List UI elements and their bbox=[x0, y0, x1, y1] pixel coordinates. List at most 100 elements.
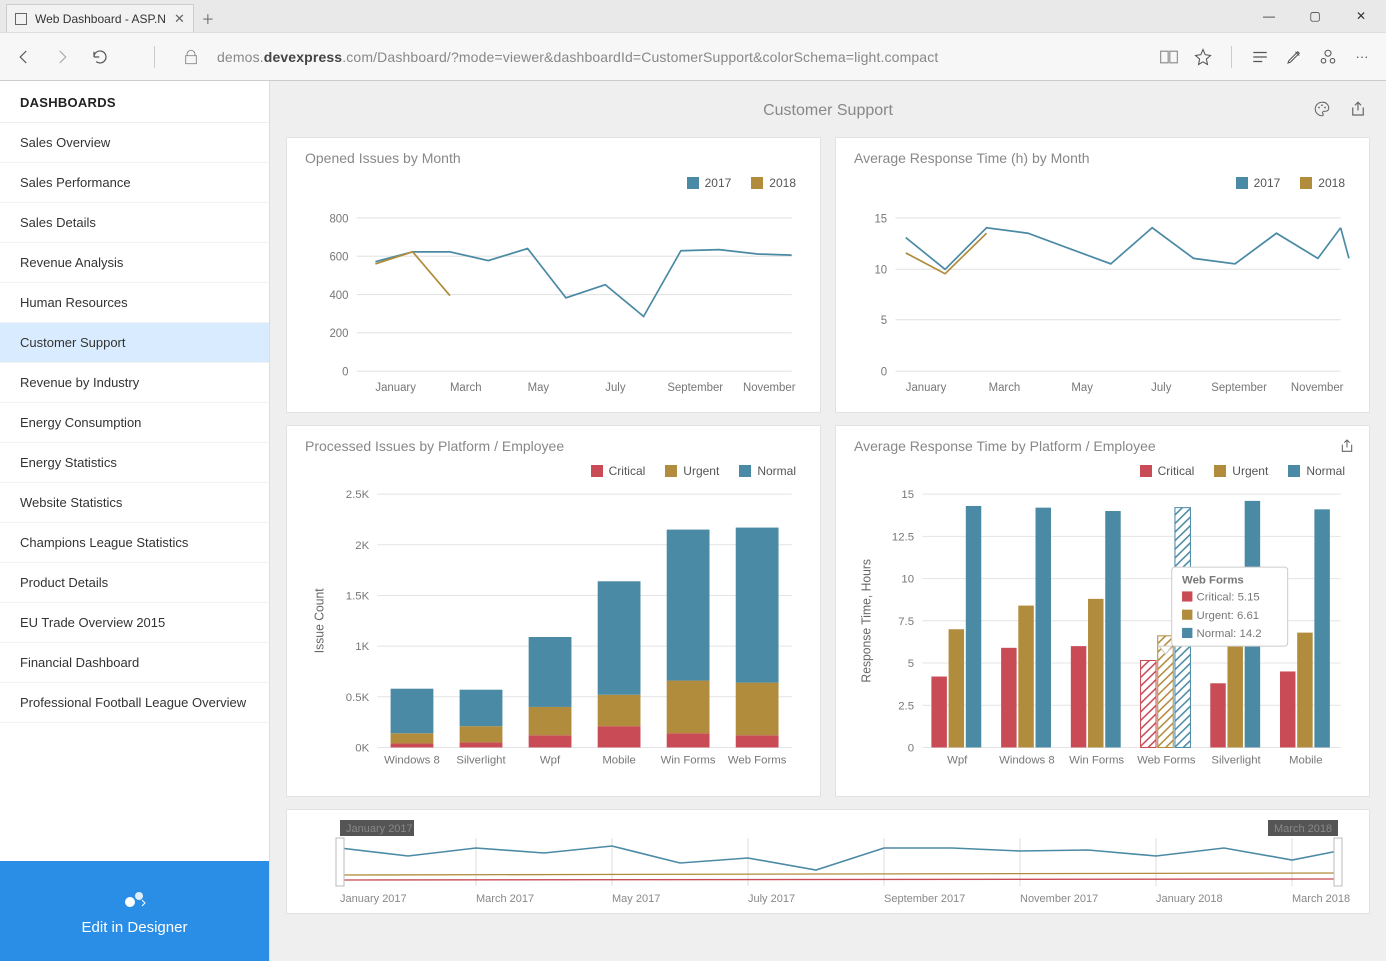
close-icon[interactable]: ✕ bbox=[174, 11, 185, 27]
sidebar-item[interactable]: Sales Performance bbox=[0, 163, 269, 203]
svg-text:March: March bbox=[450, 381, 482, 394]
refresh-button[interactable] bbox=[88, 45, 112, 69]
sidebar-item[interactable]: Financial Dashboard bbox=[0, 643, 269, 683]
legend-normal[interactable]: Normal bbox=[739, 464, 796, 478]
edit-in-designer-button[interactable]: Edit in Designer bbox=[0, 861, 269, 961]
legend-2018[interactable]: 2018 bbox=[751, 176, 796, 190]
svg-text:2K: 2K bbox=[355, 540, 369, 552]
svg-text:Mobile: Mobile bbox=[602, 755, 635, 767]
sidebar-item[interactable]: Energy Statistics bbox=[0, 443, 269, 483]
svg-text:Web Forms: Web Forms bbox=[728, 755, 787, 767]
svg-text:July 2017: July 2017 bbox=[748, 893, 795, 905]
legend-urgent[interactable]: Urgent bbox=[665, 464, 719, 478]
legend-year: 2017 2018 bbox=[854, 176, 1345, 190]
sidebar-item[interactable]: Champions League Statistics bbox=[0, 523, 269, 563]
legend-2017[interactable]: 2017 bbox=[1236, 176, 1281, 190]
svg-text:March 2017: March 2017 bbox=[476, 893, 534, 905]
sidebar-item[interactable]: Sales Details bbox=[0, 203, 269, 243]
more-icon[interactable]: ··· bbox=[1350, 45, 1374, 69]
svg-text:November: November bbox=[743, 381, 796, 394]
svg-text:March: March bbox=[989, 381, 1021, 394]
card-processed-issues: Processed Issues by Platform / Employee … bbox=[286, 425, 821, 797]
legend-urgent[interactable]: Urgent bbox=[1214, 464, 1268, 478]
favorite-icon[interactable] bbox=[1191, 45, 1215, 69]
sidebar-item[interactable]: Customer Support bbox=[0, 323, 269, 363]
sidebar-item[interactable]: Revenue Analysis bbox=[0, 243, 269, 283]
svg-text:Web Forms: Web Forms bbox=[1137, 755, 1196, 767]
svg-text:200: 200 bbox=[329, 327, 348, 340]
legend-normal[interactable]: Normal bbox=[1288, 464, 1345, 478]
sidebar: DASHBOARDS Sales OverviewSales Performan… bbox=[0, 81, 270, 961]
svg-text:Silverlight: Silverlight bbox=[1211, 755, 1261, 767]
svg-text:Issue Count: Issue Count bbox=[313, 588, 327, 653]
url-prefix: demos. bbox=[217, 49, 264, 65]
url-field[interactable]: demos.devexpress.com/Dashboard/?mode=vie… bbox=[217, 49, 1143, 65]
sidebar-item[interactable]: Revenue by Industry bbox=[0, 363, 269, 403]
svg-text:January 2017: January 2017 bbox=[340, 893, 407, 905]
svg-text:5: 5 bbox=[881, 314, 888, 327]
browser-chrome: Web Dashboard - ASP.N ✕ ＋ — ▢ ✕ demos.de… bbox=[0, 0, 1386, 81]
sidebar-item[interactable]: Professional Football League Overview bbox=[0, 683, 269, 723]
svg-text:800: 800 bbox=[329, 212, 348, 225]
svg-text:September: September bbox=[667, 381, 723, 394]
window-close-button[interactable]: ✕ bbox=[1340, 4, 1382, 28]
svg-text:7.5: 7.5 bbox=[898, 616, 914, 628]
back-button[interactable] bbox=[12, 45, 36, 69]
sidebar-item[interactable]: Sales Overview bbox=[0, 123, 269, 163]
tab-strip: Web Dashboard - ASP.N ✕ ＋ — ▢ ✕ bbox=[0, 0, 1386, 32]
svg-text:Silverlight: Silverlight bbox=[456, 755, 506, 767]
palette-icon[interactable] bbox=[1310, 97, 1334, 121]
legend-2018[interactable]: 2018 bbox=[1300, 176, 1345, 190]
svg-text:Web Forms: Web Forms bbox=[1182, 574, 1244, 586]
svg-text:November 2017: November 2017 bbox=[1020, 893, 1098, 905]
edit-in-designer-label: Edit in Designer bbox=[82, 919, 188, 936]
svg-text:600: 600 bbox=[329, 250, 348, 263]
svg-text:July: July bbox=[1151, 381, 1171, 394]
reading-list-icon[interactable] bbox=[1157, 45, 1181, 69]
app: DASHBOARDS Sales OverviewSales Performan… bbox=[0, 81, 1386, 961]
sidebar-item[interactable]: Product Details bbox=[0, 563, 269, 603]
svg-text:January 2018: January 2018 bbox=[1156, 893, 1223, 905]
window-maximize-button[interactable]: ▢ bbox=[1294, 4, 1336, 28]
browser-tab[interactable]: Web Dashboard - ASP.N ✕ bbox=[6, 4, 194, 32]
window-minimize-button[interactable]: — bbox=[1248, 4, 1290, 28]
export-icon[interactable] bbox=[1335, 434, 1359, 458]
svg-text:10: 10 bbox=[901, 574, 914, 586]
card-title: Average Response Time (h) by Month bbox=[854, 150, 1351, 166]
svg-text:2.5: 2.5 bbox=[898, 700, 914, 712]
sidebar-item[interactable]: EU Trade Overview 2015 bbox=[0, 603, 269, 643]
hub-icon[interactable] bbox=[1248, 45, 1272, 69]
svg-text:0: 0 bbox=[342, 365, 349, 378]
legend-critical[interactable]: Critical bbox=[1140, 464, 1195, 478]
url-rest: .com/Dashboard/?mode=viewer&dashboardId=… bbox=[342, 49, 938, 65]
svg-text:July: July bbox=[605, 381, 625, 394]
svg-text:January: January bbox=[906, 381, 947, 394]
range-start-label: January 2017 bbox=[346, 823, 413, 835]
svg-text:May: May bbox=[528, 381, 550, 394]
sidebar-items: Sales OverviewSales PerformanceSales Det… bbox=[0, 123, 269, 861]
chart-opened-issues: 0 200 400 600 800 January March May July bbox=[305, 196, 802, 404]
page-title: Customer Support bbox=[763, 102, 893, 120]
range-filter[interactable]: January 2017 March 2018 J bbox=[286, 809, 1370, 914]
page-header: Customer Support bbox=[286, 97, 1370, 125]
sidebar-item[interactable]: Energy Consumption bbox=[0, 403, 269, 443]
share-icon[interactable] bbox=[1316, 45, 1340, 69]
sidebar-item[interactable]: Human Resources bbox=[0, 283, 269, 323]
card-title: Processed Issues by Platform / Employee bbox=[305, 438, 802, 454]
sidebar-heading: DASHBOARDS bbox=[0, 81, 269, 123]
legend-critical[interactable]: Critical bbox=[591, 464, 646, 478]
new-tab-button[interactable]: ＋ bbox=[194, 4, 222, 32]
legend-year: 2017 2018 bbox=[305, 176, 796, 190]
svg-text:Windows 8: Windows 8 bbox=[999, 755, 1055, 767]
svg-text:Win Forms: Win Forms bbox=[661, 755, 716, 767]
svg-text:Wpf: Wpf bbox=[540, 755, 561, 767]
svg-text:0: 0 bbox=[881, 365, 888, 378]
sidebar-item[interactable]: Website Statistics bbox=[0, 483, 269, 523]
svg-text:November: November bbox=[1291, 381, 1344, 394]
legend-2017[interactable]: 2017 bbox=[687, 176, 732, 190]
range-filter-chart[interactable]: January 2017 March 2018 J bbox=[301, 818, 1355, 906]
notes-icon[interactable] bbox=[1282, 45, 1306, 69]
content: Customer Support Opened Issues by Month … bbox=[270, 81, 1386, 961]
forward-button[interactable] bbox=[50, 45, 74, 69]
export-icon[interactable] bbox=[1346, 97, 1370, 121]
